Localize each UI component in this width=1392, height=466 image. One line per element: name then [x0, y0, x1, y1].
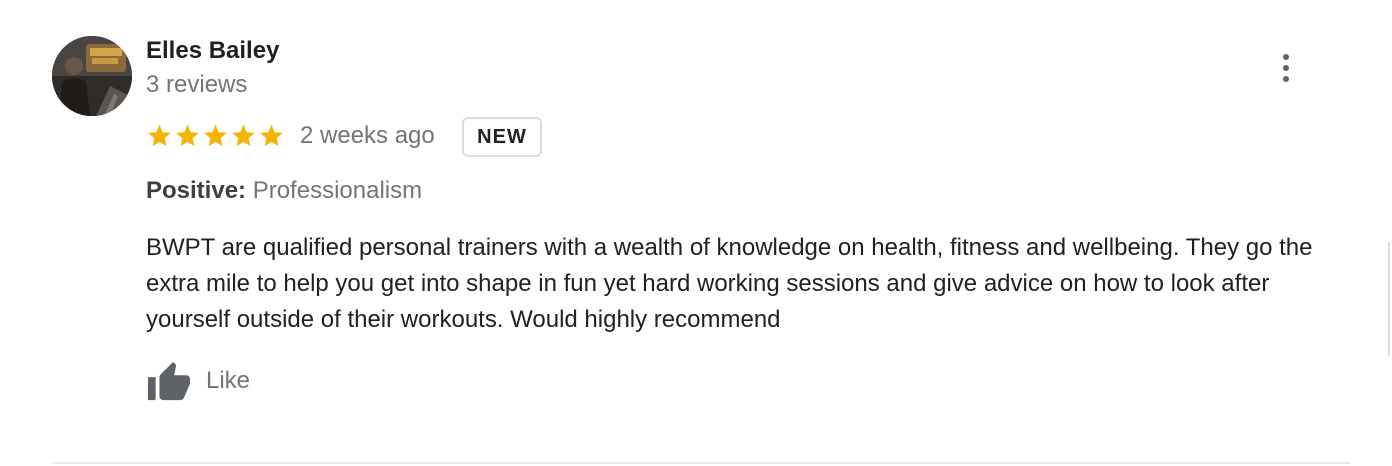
star-rating	[146, 122, 285, 150]
attribute-value: Professionalism	[252, 177, 423, 204]
avatar-photo	[52, 36, 132, 116]
review-card: Elles Bailey 3 reviews 2 weeks ago NEW P…	[0, 0, 1392, 466]
reviewer-name[interactable]: Elles Bailey	[146, 37, 279, 65]
star-icon	[176, 124, 199, 147]
like-label: Like	[206, 367, 251, 394]
scrollbar-edge[interactable]	[1388, 242, 1390, 356]
star-icon	[232, 124, 255, 147]
more-vert-icon-dot	[1283, 65, 1289, 71]
review-time: 2 weeks ago	[300, 122, 435, 149]
like-button[interactable]: Like	[146, 358, 250, 404]
star-icon	[204, 124, 227, 147]
thumb-up-icon	[148, 361, 190, 401]
reviewer-review-count[interactable]: 3 reviews	[146, 71, 247, 99]
review-text: BWPT are qualified personal trainers wit…	[146, 234, 1313, 333]
more-options-button[interactable]	[1270, 50, 1302, 86]
new-badge: NEW	[462, 117, 542, 157]
more-vert-icon	[1283, 54, 1289, 60]
star-icon	[148, 124, 171, 147]
star-icon	[260, 124, 283, 147]
review-attribute: Positive: Professionalism	[146, 177, 422, 205]
review-divider	[52, 462, 1350, 464]
attribute-label: Positive:	[146, 177, 247, 204]
reviewer-avatar[interactable]	[52, 36, 132, 116]
more-vert-icon-dot	[1283, 76, 1289, 82]
